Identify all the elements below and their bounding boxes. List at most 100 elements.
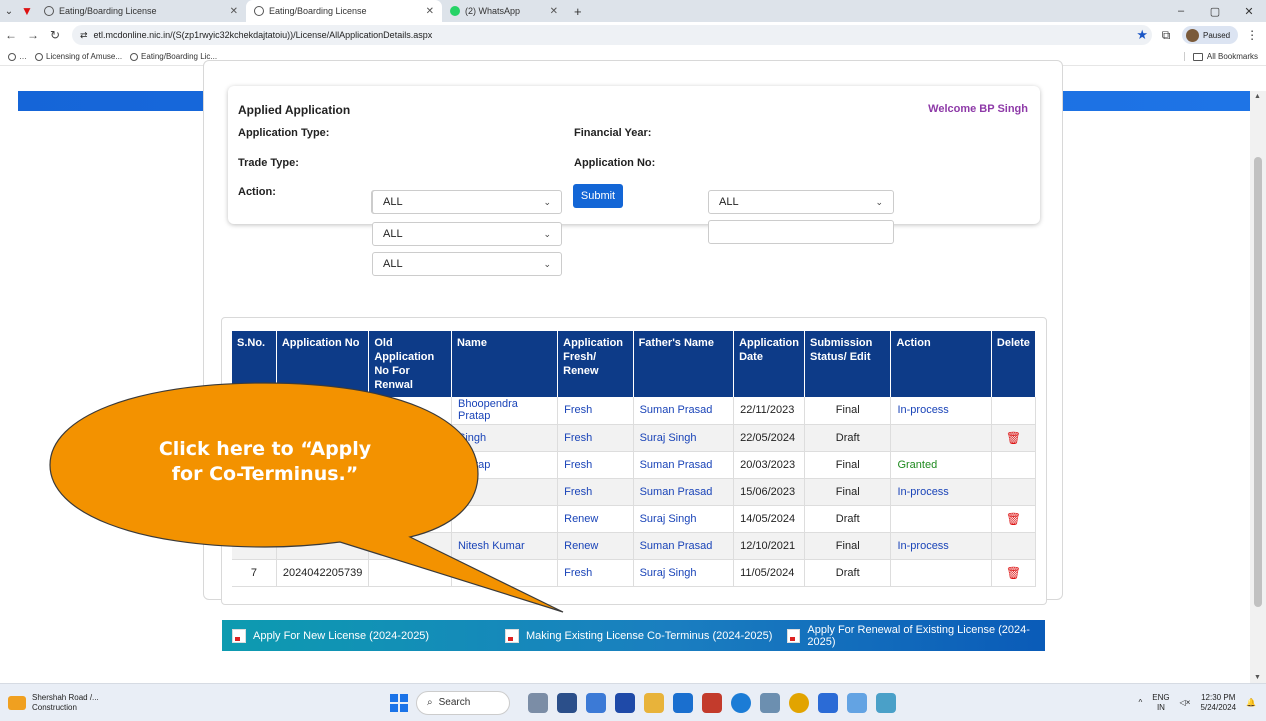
url-text: etl.mcdonline.nic.in/(S(zp1rwyic32kchekd…: [93, 30, 433, 40]
close-icon[interactable]: ✕: [230, 6, 238, 17]
menu-icon[interactable]: ⋮: [1242, 28, 1262, 42]
cell-action[interactable]: Granted: [890, 451, 992, 479]
start-button[interactable]: [390, 693, 408, 712]
col-application-type: Application Fresh/ Renew: [557, 331, 634, 397]
apply-new-license-link[interactable]: Apply For New License (2024-2025): [232, 628, 429, 643]
whatsapp-icon: [450, 6, 460, 16]
reload-icon[interactable]: ↻: [44, 28, 66, 42]
cell-father: Suman Prasad: [633, 532, 735, 560]
trade-type-select[interactable]: ALL ⌄: [372, 222, 562, 246]
trash-icon[interactable]: 🗑: [1006, 512, 1021, 526]
profile-status: Paused: [1203, 30, 1231, 40]
chevron-up-icon[interactable]: ^: [1139, 698, 1143, 707]
application-no-input[interactable]: [708, 220, 894, 244]
bookmark-apps[interactable]: …: [8, 52, 27, 61]
tab-search-icon[interactable]: ⌄: [0, 0, 18, 22]
cell-delete[interactable]: 🗑: [991, 559, 1037, 587]
extensions-icon[interactable]: ⧉: [1156, 28, 1176, 43]
cell-action: [890, 424, 992, 452]
form-icon: [787, 628, 801, 643]
application-type-select[interactable]: ALL ⌄: [372, 190, 562, 214]
app-icon-task-view[interactable]: [557, 692, 577, 713]
submit-button[interactable]: Submit: [573, 184, 623, 208]
apply-co-terminus-link[interactable]: Making Existing License Co-Terminus (202…: [505, 628, 772, 643]
trash-icon[interactable]: 🗑: [1006, 431, 1021, 445]
notification-icon[interactable]: 🔔: [1246, 698, 1256, 707]
site-info-icon[interactable]: ⇄: [80, 30, 88, 41]
maximize-icon[interactable]: ▢: [1198, 0, 1232, 22]
volume-icon[interactable]: ◁×: [1180, 698, 1191, 707]
action-select[interactable]: ALL ⌄: [372, 252, 562, 276]
cell-sno: 1: [232, 397, 277, 425]
clock[interactable]: 12:30 PM 5/24/2024: [1200, 693, 1236, 713]
app-icon-chrome[interactable]: [789, 692, 809, 713]
weather-title: Shershah Road /...: [32, 692, 99, 702]
scroll-down-icon[interactable]: ▼: [1254, 674, 1261, 681]
col-application-no: Application No: [276, 331, 370, 397]
app-icon-widgets[interactable]: [528, 692, 548, 713]
cell-date: 22/11/2023: [733, 397, 805, 425]
url-field[interactable]: ⇄ etl.mcdonline.nic.in/(S(zp1rwyic32kche…: [72, 25, 1152, 45]
cell-delete[interactable]: 🗑: [991, 424, 1037, 452]
cell-delete: [991, 478, 1037, 506]
close-icon[interactable]: ✕: [550, 6, 558, 17]
scrollbar-thumb[interactable]: [1254, 157, 1262, 607]
cell-name[interactable]: Singh: [451, 424, 559, 452]
weather-widget[interactable]: Shershah Road /... Construction: [8, 693, 99, 713]
cell-action[interactable]: In-process: [890, 532, 992, 560]
minimize-icon[interactable]: –: [1164, 0, 1198, 22]
cell-name[interactable]: Bhoopendra Pratap: [451, 397, 559, 425]
all-bookmarks-button[interactable]: All Bookmarks: [1183, 52, 1258, 61]
cell-name[interactable]: Nitesh Kumar: [451, 532, 559, 560]
cell-name[interactable]: Pratap: [451, 451, 559, 479]
callout-line-1: Click here to “Apply: [158, 438, 372, 460]
cell-oldno: [368, 559, 452, 587]
cell-type: Fresh: [557, 451, 634, 479]
chevron-down-icon: ⌄: [543, 228, 551, 239]
tab-eating-boarding-1[interactable]: Eating/Boarding License ✕: [36, 0, 246, 22]
cell-action[interactable]: In-process: [890, 397, 992, 425]
new-tab-button[interactable]: +: [566, 4, 590, 19]
cell-name[interactable]: h: [451, 559, 559, 587]
language-indicator[interactable]: ENG IN: [1152, 693, 1169, 713]
bookmark-licensing[interactable]: Licensing of Amuse...: [35, 52, 122, 61]
app-icon-mail[interactable]: [673, 692, 693, 713]
cell-oldno: [368, 397, 452, 425]
cell-delete[interactable]: 🗑: [991, 505, 1037, 533]
cell-date: 11/05/2024: [733, 559, 805, 587]
cell-status: Final: [804, 397, 892, 425]
apply-renewal-link[interactable]: Apply For Renewal of Existing License (2…: [787, 624, 1045, 648]
app-icon-app[interactable]: [586, 692, 606, 713]
app-icon-app4[interactable]: [847, 692, 867, 713]
cell-status: Draft: [804, 424, 892, 452]
app-icon-app3[interactable]: [818, 692, 838, 713]
col-action: Action: [890, 331, 992, 397]
app-icon-file-explorer[interactable]: [644, 692, 664, 713]
page-scrollbar[interactable]: ▲ ▼: [1250, 91, 1266, 683]
scroll-up-icon[interactable]: ▲: [1254, 93, 1261, 100]
callout-line-2: for Co-Terminus.”: [171, 463, 359, 485]
selected-value: ALL: [383, 258, 403, 270]
app-icon-store[interactable]: [615, 692, 635, 713]
tab-eating-boarding-2[interactable]: Eating/Boarding License ✕: [246, 0, 442, 22]
bookmark-star-icon[interactable]: ★: [1136, 27, 1148, 43]
cell-name[interactable]: [451, 505, 559, 533]
globe-icon: [44, 6, 54, 16]
back-icon[interactable]: ←: [0, 28, 22, 42]
close-window-icon[interactable]: ✕: [1232, 0, 1266, 22]
profile-button[interactable]: Paused: [1182, 26, 1239, 44]
forward-icon[interactable]: →: [22, 28, 44, 42]
close-icon[interactable]: ✕: [426, 6, 434, 17]
cell-name[interactable]: tap: [451, 478, 559, 506]
app-icon-office[interactable]: [702, 692, 722, 713]
app-icon-app5[interactable]: [876, 692, 896, 713]
app-icon-app2[interactable]: [760, 692, 780, 713]
trash-icon[interactable]: 🗑: [1006, 566, 1021, 580]
bookmark-eating-boarding[interactable]: Eating/Boarding Lic...: [130, 52, 217, 61]
cell-action[interactable]: In-process: [890, 478, 992, 506]
app-icon-edge[interactable]: [731, 692, 751, 713]
financial-year-select[interactable]: ALL ⌄: [708, 190, 894, 214]
action-label: Action:: [238, 186, 276, 198]
taskbar-search[interactable]: ⌕ Search: [416, 690, 510, 715]
tab-whatsapp[interactable]: (2) WhatsApp ✕: [442, 0, 566, 22]
